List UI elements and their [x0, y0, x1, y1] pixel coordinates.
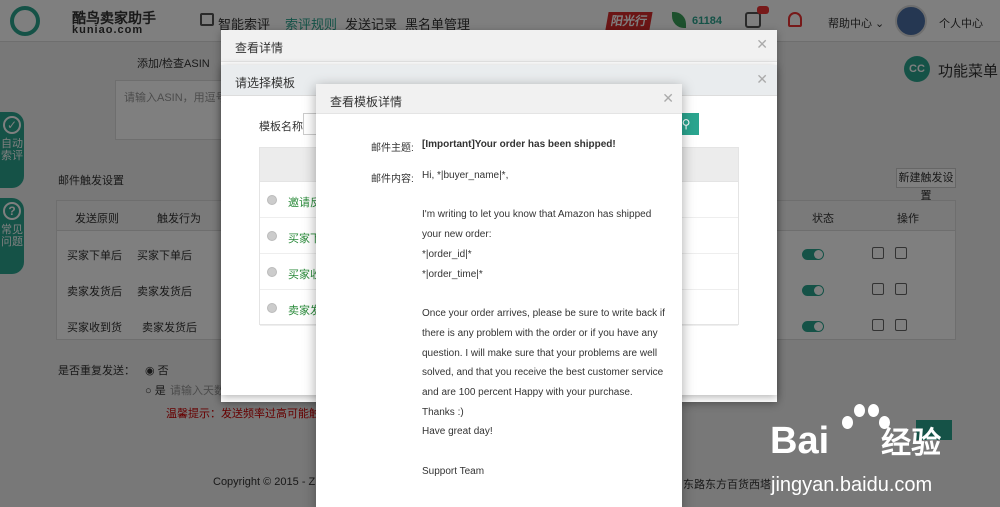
email-subject: [Important]Your order has been shipped! [422, 139, 616, 150]
email-line: there is any problem with the order or i… [422, 328, 658, 339]
radio-button[interactable] [267, 303, 277, 313]
email-line: Have great day! [422, 426, 493, 437]
close-icon[interactable]: ✕ [662, 90, 674, 107]
subject-label: 邮件主题: [371, 143, 414, 154]
email-line: question. I will make sure that your pro… [422, 348, 658, 359]
watermark-text2: 经验 [881, 427, 942, 460]
close-icon[interactable]: ✕ [756, 71, 768, 88]
template-detail-dialog: 查看模板详情 ✕ 邮件主题: [Important]Your order has… [316, 84, 682, 507]
template-name-input[interactable] [303, 113, 317, 135]
baidu-watermark: Bai 经验 jingyan.baidu.com [768, 402, 1000, 507]
email-line: and are 100 percent Happy with your purc… [422, 387, 633, 398]
email-line: Hi, *|buyer_name|*, [422, 170, 509, 181]
content-label: 邮件内容: [371, 174, 414, 185]
email-line: *|order_id|* [422, 249, 472, 260]
radio-button[interactable] [267, 231, 277, 241]
detail-dialog-title: 查看详情 [221, 30, 777, 62]
watermark-text: Bai [770, 420, 830, 462]
watermark-url: jingyan.baidu.com [771, 474, 933, 496]
template-detail-title: 查看模板详情 [316, 84, 682, 114]
email-line: *|order_time|* [422, 269, 483, 280]
template-name-label: 模板名称: [259, 121, 307, 133]
email-line: Thanks :) [422, 407, 464, 418]
email-line: I'm writing to let you know that Amazon … [422, 209, 652, 220]
email-line: Support Team [422, 466, 485, 477]
radio-button[interactable] [267, 195, 277, 205]
radio-button[interactable] [267, 267, 277, 277]
close-icon[interactable]: ✕ [756, 36, 768, 53]
email-line: solved, and that you receive the best cu… [422, 367, 664, 378]
email-line: your new order: [422, 229, 492, 240]
search-icon: ⚲ [681, 117, 691, 131]
watermark-logo: Bai 经验 [770, 418, 941, 463]
email-line: Once your order arrives, please be sure … [422, 308, 665, 319]
